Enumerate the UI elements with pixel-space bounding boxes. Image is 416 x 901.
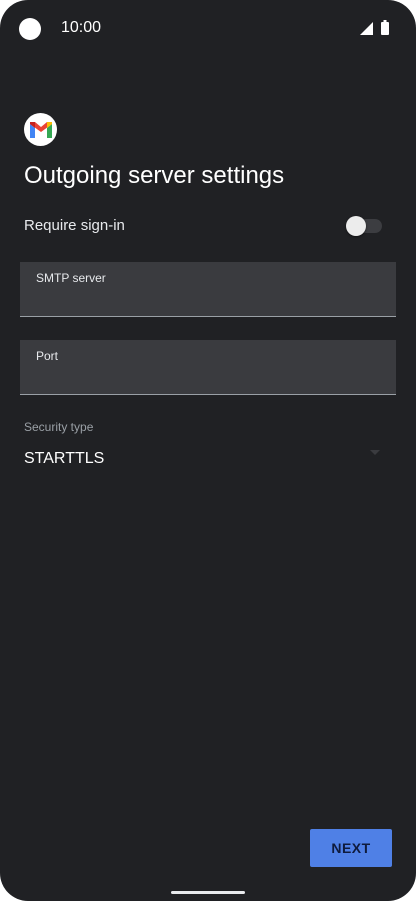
gmail-logo-icon [24,113,57,146]
smtp-server-field[interactable]: SMTP server [20,262,396,317]
next-button[interactable]: NEXT [310,829,392,867]
gesture-nav-handle[interactable] [171,891,245,894]
smtp-server-input[interactable] [36,288,376,310]
battery-icon [381,20,389,35]
security-type-dropdown[interactable]: STARTTLS [20,444,390,476]
security-type-label: Security type [24,420,94,434]
signal-icon [360,22,373,35]
smtp-server-label: SMTP server [36,271,106,285]
status-bar: 10:00 [0,0,416,58]
page-title: Outgoing server settings [24,162,285,189]
security-type-value: STARTTLS [24,450,105,467]
dropdown-arrow-icon [370,450,380,455]
status-time: 10:00 [61,19,102,36]
require-signin-label: Require sign-in [24,217,125,234]
phone-screen: 10:00 Outgoing server settings Require s… [0,0,416,901]
port-field[interactable]: Port [20,340,396,395]
port-label: Port [36,349,59,363]
toggle-thumb [346,216,366,236]
port-input[interactable] [36,366,376,388]
camera-cutout [19,18,41,40]
require-signin-toggle[interactable] [346,216,382,236]
